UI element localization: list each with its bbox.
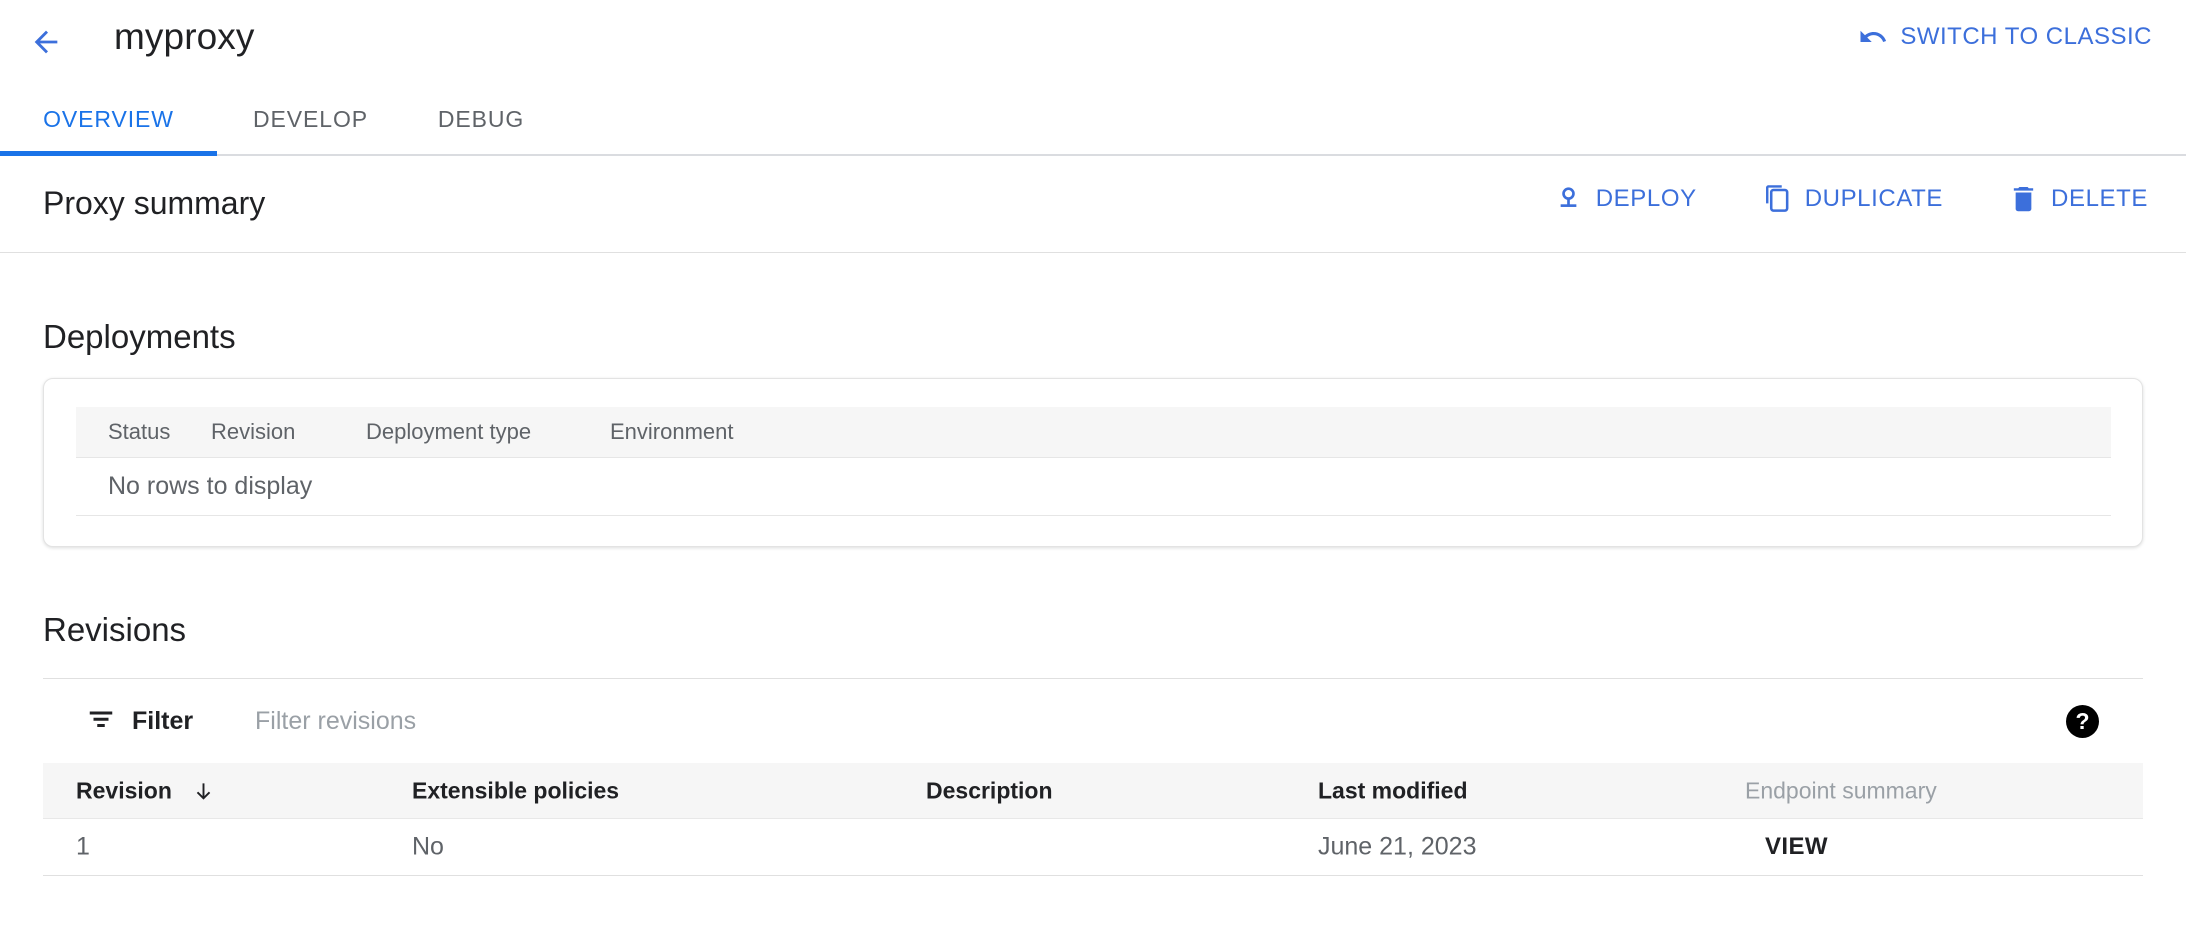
- column-header-last-modified[interactable]: Last modified: [1318, 777, 1468, 804]
- deployments-table-header: Status Revision Deployment type Environm…: [76, 407, 2111, 458]
- revisions-table-header: Revision Extensible policies Description…: [43, 763, 2143, 819]
- table-row[interactable]: 1 No June 21, 2023 VIEW: [43, 819, 2143, 876]
- help-icon[interactable]: ?: [2066, 705, 2099, 738]
- tab-overview[interactable]: OVERVIEW: [0, 101, 217, 154]
- tab-debug-label: DEBUG: [438, 106, 524, 133]
- tab-develop[interactable]: DEVELOP: [217, 101, 404, 154]
- help-icon-glyph: ?: [2075, 710, 2089, 733]
- sort-descending-icon: [192, 780, 215, 803]
- trash-icon: [2009, 184, 2038, 213]
- deploy-label: DEPLOY: [1596, 185, 1697, 213]
- cell-endpoint-summary-view-link[interactable]: VIEW: [1765, 833, 1828, 861]
- column-header-environment[interactable]: Environment: [610, 419, 734, 445]
- proxy-summary-bar: Proxy summary DEPLOY: [0, 158, 2186, 253]
- cell-extensible-policies: No: [412, 833, 444, 862]
- duplicate-label: DUPLICATE: [1805, 185, 1943, 213]
- deployments-empty-message: No rows to display: [108, 472, 312, 501]
- place-pin-icon: [1554, 184, 1583, 213]
- revisions-filter-bar: Filter ?: [43, 678, 2143, 763]
- switch-to-classic-button[interactable]: SWITCH TO CLASSIC: [1858, 15, 2152, 59]
- duplicate-button[interactable]: DUPLICATE: [1761, 178, 1945, 219]
- revisions-section-title: Revisions: [43, 608, 186, 652]
- filter-revisions-input[interactable]: [255, 707, 955, 736]
- page-title: myproxy: [114, 13, 255, 61]
- page-root: myproxy SWITCH TO CLASSIC OVERVIEW DEVEL…: [0, 0, 2186, 928]
- column-header-deployment-type[interactable]: Deployment type: [366, 419, 531, 445]
- proxy-summary-actions: DEPLOY DUPLICATE DELETE: [1552, 178, 2150, 219]
- column-header-status[interactable]: Status: [108, 419, 170, 445]
- delete-button[interactable]: DELETE: [2007, 178, 2150, 219]
- deployments-card: Status Revision Deployment type Environm…: [43, 378, 2143, 547]
- column-header-revision[interactable]: Revision: [76, 777, 215, 804]
- cell-last-modified: June 21, 2023: [1318, 833, 1476, 862]
- deployments-table: Status Revision Deployment type Environm…: [76, 407, 2111, 516]
- tab-overview-label: OVERVIEW: [43, 106, 174, 133]
- delete-label: DELETE: [2051, 185, 2148, 213]
- copy-icon: [1763, 184, 1792, 213]
- column-header-description[interactable]: Description: [926, 777, 1053, 804]
- arrow-back-icon: [29, 25, 63, 59]
- column-header-revision-label: Revision: [76, 777, 172, 803]
- deployments-empty-row: No rows to display: [76, 458, 2111, 516]
- back-button[interactable]: [22, 18, 70, 66]
- undo-arrow-icon: [1858, 22, 1888, 52]
- top-bar: myproxy SWITCH TO CLASSIC: [0, 0, 2186, 103]
- filter-button-label: Filter: [132, 707, 193, 736]
- tab-develop-label: DEVELOP: [253, 106, 368, 133]
- deployments-section-title: Deployments: [43, 315, 236, 359]
- column-header-revision[interactable]: Revision: [211, 419, 295, 445]
- filter-button[interactable]: Filter: [86, 704, 193, 739]
- tab-debug[interactable]: DEBUG: [404, 101, 558, 154]
- column-header-endpoint-summary[interactable]: Endpoint summary: [1745, 777, 1937, 804]
- proxy-summary-title: Proxy summary: [43, 180, 265, 226]
- cell-revision: 1: [76, 833, 90, 862]
- tab-bar: OVERVIEW DEVELOP DEBUG: [0, 103, 2186, 156]
- column-header-extensible-policies[interactable]: Extensible policies: [412, 777, 619, 804]
- filter-list-icon: [86, 704, 116, 739]
- deploy-button[interactable]: DEPLOY: [1552, 178, 1699, 219]
- switch-to-classic-label: SWITCH TO CLASSIC: [1900, 23, 2152, 51]
